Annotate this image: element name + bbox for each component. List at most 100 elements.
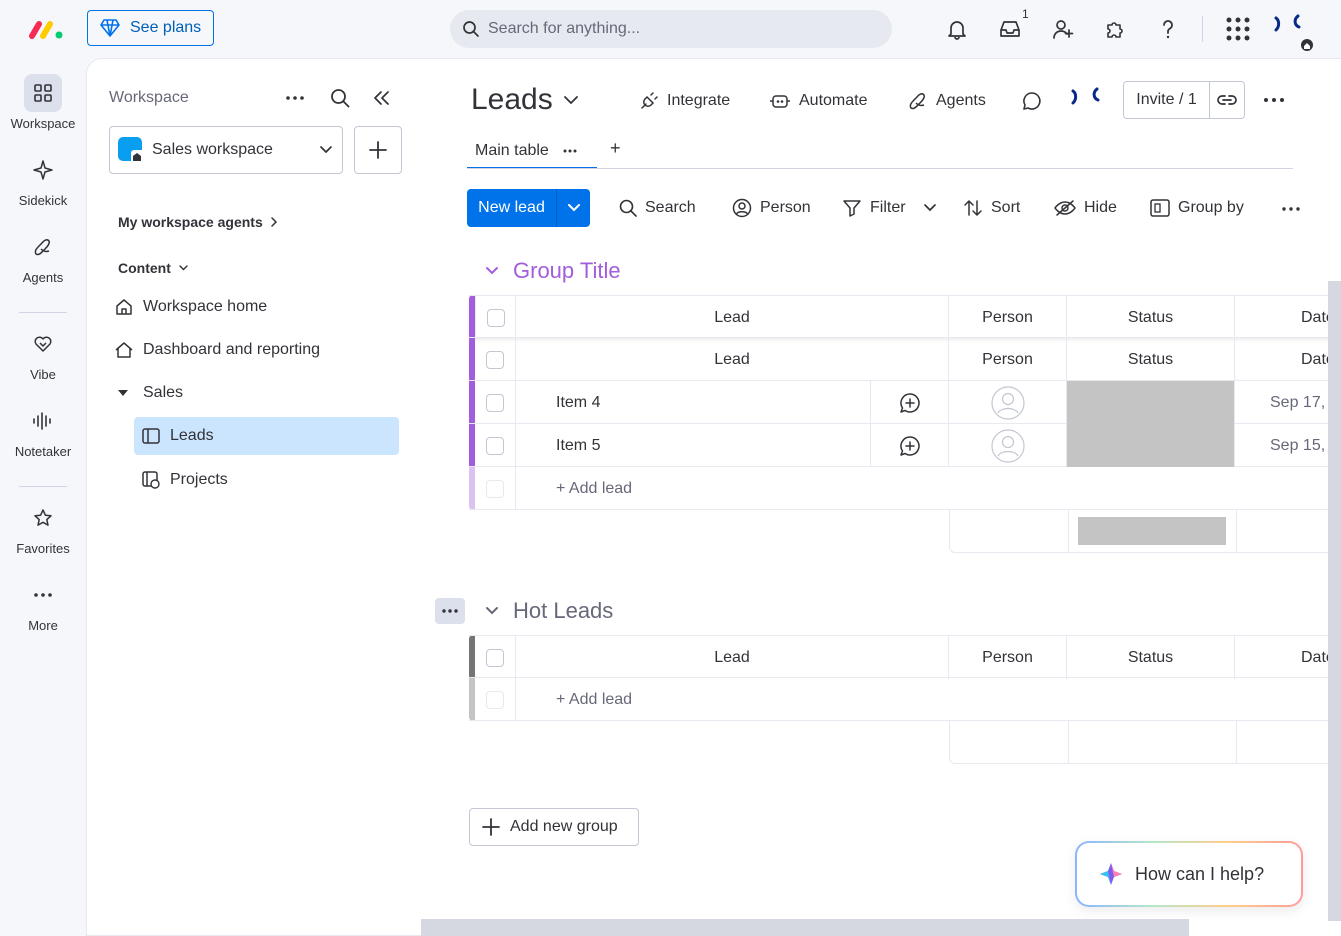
column-header-person[interactable]: Person (949, 338, 1067, 381)
select-all-cell[interactable] (475, 338, 516, 381)
sidebar-item-projects[interactable]: Projects (134, 461, 420, 499)
select-all-cell[interactable] (475, 296, 516, 339)
select-all-checkbox[interactable] (486, 350, 504, 369)
tab-main-table[interactable]: Main table (467, 135, 597, 169)
rail-notetaker[interactable]: Notetaker (0, 402, 86, 459)
add-item-row[interactable]: + Add lead (469, 467, 1341, 510)
row-select-cell[interactable] (475, 424, 516, 467)
table-row[interactable]: Item 4 Sep 17, 2025 (469, 381, 1341, 424)
sidebar-folder-sales[interactable]: Sales (113, 374, 399, 412)
ai-help-button[interactable]: How can I help? (1075, 841, 1303, 907)
row-select-cell[interactable] (475, 381, 516, 424)
person-cell[interactable] (949, 424, 1067, 467)
group-by-button[interactable]: Group by (1150, 196, 1244, 220)
board-options-icon[interactable] (1263, 97, 1285, 103)
sort-button[interactable]: Sort (963, 196, 1020, 220)
invite-button[interactable]: Invite / 1 (1123, 81, 1245, 119)
sidebar-item-dashboard[interactable]: Dashboard and reporting (113, 331, 399, 369)
rail-vibe[interactable]: Vibe (0, 325, 86, 382)
sidebar-item-workspace-home[interactable]: Workspace home (113, 288, 399, 326)
group-options-icon[interactable] (435, 598, 465, 624)
workspace-select[interactable]: Sales workspace (109, 126, 343, 174)
board-member-avatar[interactable] (1069, 87, 1105, 117)
toolbar-more-icon[interactable] (1281, 206, 1301, 212)
date-cell[interactable]: Sep 15, 2025 (1235, 424, 1341, 467)
add-update-icon[interactable] (871, 381, 949, 424)
select-all-cell[interactable] (475, 636, 516, 679)
person-cell[interactable] (949, 381, 1067, 424)
workspace-agents-section[interactable]: My workspace agents (118, 214, 278, 230)
notifications-bell-icon[interactable] (942, 14, 972, 44)
rail-favorites[interactable]: Favorites (0, 499, 86, 556)
add-new-group-button[interactable]: Add new group (469, 808, 639, 846)
column-header-date[interactable]: Date (1235, 338, 1341, 381)
app-grid-icon[interactable] (1223, 14, 1253, 44)
status-cell[interactable] (1067, 381, 1235, 424)
comments-icon[interactable] (1021, 87, 1043, 115)
add-lead-input[interactable]: + Add lead (516, 467, 1341, 510)
item-name[interactable]: Item 4 (516, 381, 871, 424)
sidebar-options-icon[interactable] (285, 95, 305, 101)
new-lead-button[interactable]: New lead (467, 189, 590, 227)
tab-options-icon[interactable] (563, 149, 577, 153)
collapse-sidebar-icon[interactable] (372, 90, 390, 106)
row-checkbox[interactable] (486, 393, 504, 412)
column-header-lead[interactable]: Lead (516, 636, 949, 679)
copy-link-icon[interactable] (1210, 93, 1244, 107)
column-header-status[interactable]: Status (1067, 296, 1235, 339)
monday-logo[interactable] (28, 16, 66, 42)
column-header-lead[interactable]: Lead (516, 338, 949, 381)
group-title[interactable]: Group Title (513, 258, 621, 284)
group-header[interactable]: Hot Leads (485, 598, 613, 624)
column-header-person[interactable]: Person (949, 296, 1067, 339)
automate-button[interactable]: Automate (769, 87, 867, 115)
sidebar-search-icon[interactable] (330, 88, 350, 108)
add-view-button[interactable]: + (610, 138, 621, 159)
select-all-checkbox[interactable] (486, 648, 504, 667)
help-question-icon[interactable] (1153, 14, 1183, 44)
column-header-date[interactable]: Date (1235, 296, 1341, 339)
content-section[interactable]: Content (118, 260, 188, 276)
column-header-status[interactable]: Status (1067, 636, 1235, 679)
rail-workspace[interactable]: Workspace (0, 74, 86, 131)
global-search-input[interactable]: Search for anything... (450, 10, 892, 48)
select-all-checkbox[interactable] (486, 308, 505, 327)
column-header-lead[interactable]: Lead (516, 296, 949, 339)
agents-button[interactable]: Agents (908, 87, 986, 115)
horizontal-scrollbar[interactable] (421, 919, 1189, 936)
add-update-icon[interactable] (871, 424, 949, 467)
vertical-scrollbar[interactable] (1328, 281, 1341, 921)
chevron-down-icon[interactable] (557, 204, 590, 212)
inbox-icon[interactable] (995, 14, 1025, 44)
column-header-date[interactable]: Date (1235, 636, 1341, 679)
column-header-status[interactable]: Status (1067, 338, 1235, 381)
hide-button[interactable]: Hide (1054, 196, 1117, 220)
column-header-person[interactable]: Person (949, 636, 1067, 679)
invite-member-icon[interactable] (1048, 14, 1078, 44)
table-row[interactable]: Item 5 Sep 15, 2025 (469, 424, 1341, 467)
filter-button[interactable]: Filter (842, 196, 936, 220)
status-cell[interactable] (1067, 424, 1235, 467)
user-avatar[interactable] (1270, 12, 1318, 52)
apps-puzzle-icon[interactable] (1100, 14, 1130, 44)
add-item-button[interactable] (354, 126, 402, 174)
chevron-down-icon[interactable] (923, 204, 936, 212)
status-summary-bar[interactable] (1078, 517, 1226, 545)
integrate-button[interactable]: Integrate (639, 87, 730, 115)
add-item-row[interactable]: + Add lead (469, 678, 1341, 721)
person-filter-button[interactable]: Person (732, 196, 811, 220)
board-title[interactable]: Leads (471, 83, 579, 117)
chevron-down-icon[interactable] (485, 266, 499, 276)
group-header[interactable]: Group Title (485, 258, 621, 284)
rail-sidekick[interactable]: Sidekick (0, 151, 86, 208)
search-board-button[interactable]: Search (619, 196, 696, 220)
chevron-down-icon[interactable] (485, 606, 499, 616)
rail-agents[interactable]: Agents (0, 228, 86, 285)
group-title[interactable]: Hot Leads (513, 598, 613, 624)
rail-more[interactable]: More (0, 576, 86, 633)
add-lead-input[interactable]: + Add lead (516, 678, 1341, 721)
item-name[interactable]: Item 5 (516, 424, 871, 467)
see-plans-button[interactable]: See plans (87, 10, 214, 46)
sidebar-item-leads[interactable]: Leads (134, 417, 399, 455)
date-cell[interactable]: Sep 17, 2025 (1235, 381, 1341, 424)
